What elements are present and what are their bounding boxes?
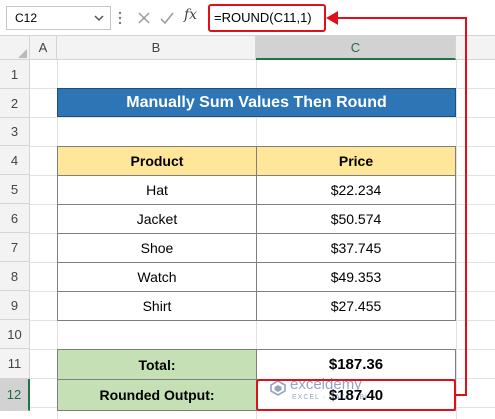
product-cell[interactable]: Jacket xyxy=(57,204,257,234)
callout-connector xyxy=(465,17,467,396)
column-header-a[interactable]: A xyxy=(30,36,57,60)
column-headers: A B C xyxy=(0,36,495,60)
grid-line xyxy=(456,60,457,419)
formula-controls: fx xyxy=(130,6,204,30)
row-header-8[interactable]: 8 xyxy=(0,262,30,291)
name-box[interactable]: C12 xyxy=(6,6,111,30)
header-product[interactable]: Product xyxy=(57,146,257,176)
selected-cell-highlight xyxy=(256,379,456,411)
column-header-b[interactable]: B xyxy=(57,36,256,60)
row-header-12[interactable]: 12 xyxy=(0,379,30,411)
vertical-dots-icon xyxy=(118,11,122,25)
product-cell[interactable]: Watch xyxy=(57,262,257,292)
select-all-icon xyxy=(18,49,27,58)
insert-function-icon[interactable]: fx xyxy=(184,7,197,23)
cancel-icon[interactable] xyxy=(136,10,152,26)
price-cell[interactable]: $27.455 xyxy=(256,291,456,321)
sheet-title[interactable]: Manually Sum Values Then Round xyxy=(57,88,456,117)
row-header-10[interactable]: 10 xyxy=(0,320,30,349)
rounded-output-label[interactable]: Rounded Output: xyxy=(57,379,257,411)
row-header-5[interactable]: 5 xyxy=(0,175,30,204)
product-cell[interactable]: Shirt xyxy=(57,291,257,321)
row-header-4[interactable]: 4 xyxy=(0,146,30,175)
total-label[interactable]: Total: xyxy=(57,349,257,380)
name-box-value: C12 xyxy=(15,11,38,25)
formula-highlight-box xyxy=(208,4,326,32)
check-icon[interactable] xyxy=(159,10,175,26)
chevron-down-icon[interactable] xyxy=(93,11,105,25)
price-cell[interactable]: $49.353 xyxy=(256,262,456,292)
price-cell[interactable]: $50.574 xyxy=(256,204,456,234)
column-header-c[interactable]: C xyxy=(256,36,456,60)
row-header-11[interactable]: 11 xyxy=(0,349,30,379)
price-cell[interactable]: $22.234 xyxy=(256,175,456,205)
row-header-2[interactable]: 2 xyxy=(0,89,30,118)
row-header-1[interactable]: 1 xyxy=(0,60,30,89)
select-all-corner[interactable] xyxy=(0,36,30,60)
row-header-3[interactable]: 3 xyxy=(0,118,30,146)
row-header-6[interactable]: 6 xyxy=(0,204,30,233)
row-header-9[interactable]: 9 xyxy=(0,291,30,320)
callout-connector xyxy=(336,17,467,19)
product-cell[interactable]: Hat xyxy=(57,175,257,205)
row-header-7[interactable]: 7 xyxy=(0,233,30,262)
product-cell[interactable]: Shoe xyxy=(57,233,257,263)
price-cell[interactable]: $37.745 xyxy=(256,233,456,263)
header-price[interactable]: Price xyxy=(256,146,456,176)
